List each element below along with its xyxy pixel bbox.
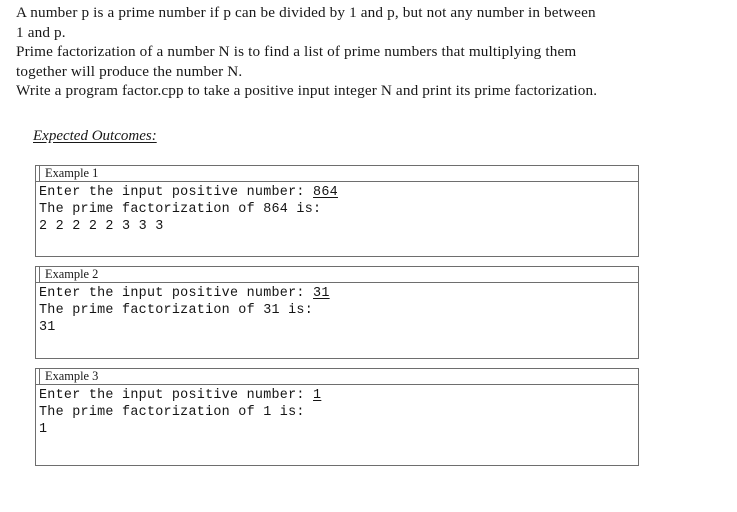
problem-statement: A number p is a prime number if p can be…	[16, 3, 716, 101]
console-prompt-text: Enter the input positive number:	[39, 286, 314, 301]
console-line-result: The prime factorization of 1 is:	[39, 405, 305, 421]
example-header-row: Example 3	[35, 368, 639, 385]
example-spacer	[36, 257, 639, 267]
console-line-prompt: Enter the input positive number: 31	[39, 285, 638, 302]
console-prompt-text: Enter the input positive number:	[39, 185, 314, 200]
expected-outcomes-heading: Expected Outcomes:	[33, 128, 157, 144]
console-transcript-3: Enter the input positive number: 1 The p…	[35, 384, 639, 466]
console-user-input: 31	[313, 286, 330, 301]
problem-statement-line-4: together will produce the number N.	[16, 62, 243, 80]
console-line-prompt: Enter the input positive number: 1	[39, 387, 638, 404]
console-line-output: 2 2 2 2 2 3 3 3	[39, 219, 164, 235]
console-user-input: 864	[313, 185, 338, 200]
console-line-output: 1	[39, 422, 48, 438]
problem-statement-line-5: Write a program factor.cpp to take a pos…	[16, 82, 598, 100]
console-user-input: 1	[313, 388, 322, 403]
console-line-output: 31	[39, 320, 56, 336]
example-body-row: Enter the input positive number: 31 The …	[35, 282, 639, 359]
example-spacer	[36, 359, 639, 369]
example-body-row: Enter the input positive number: 864 The…	[35, 181, 639, 257]
expected-outcomes-table: Example 1 Enter the input positive numbe…	[35, 165, 639, 466]
console-transcript-2: Enter the input positive number: 31 The …	[35, 282, 639, 359]
example-header-row: Example 1	[35, 165, 639, 182]
console-transcript-1: Enter the input positive number: 864 The…	[35, 181, 639, 257]
console-prompt-text: Enter the input positive number:	[39, 388, 314, 403]
example-label-3: Example 3	[39, 368, 639, 385]
console-line-result: The prime factorization of 864 is:	[39, 202, 322, 218]
console-line-prompt: Enter the input positive number: 864	[39, 184, 638, 201]
problem-statement-line-3: Prime factorization of a number N is to …	[16, 43, 577, 61]
example-body-row: Enter the input positive number: 1 The p…	[35, 384, 639, 466]
example-header-row: Example 2	[35, 266, 639, 283]
problem-statement-line-2: 1 and p.	[16, 23, 66, 41]
example-label-1: Example 1	[39, 165, 639, 182]
problem-statement-line-1: A number p is a prime number if p can be…	[16, 4, 596, 21]
console-line-result: The prime factorization of 31 is:	[39, 303, 314, 319]
example-label-2: Example 2	[39, 266, 639, 283]
